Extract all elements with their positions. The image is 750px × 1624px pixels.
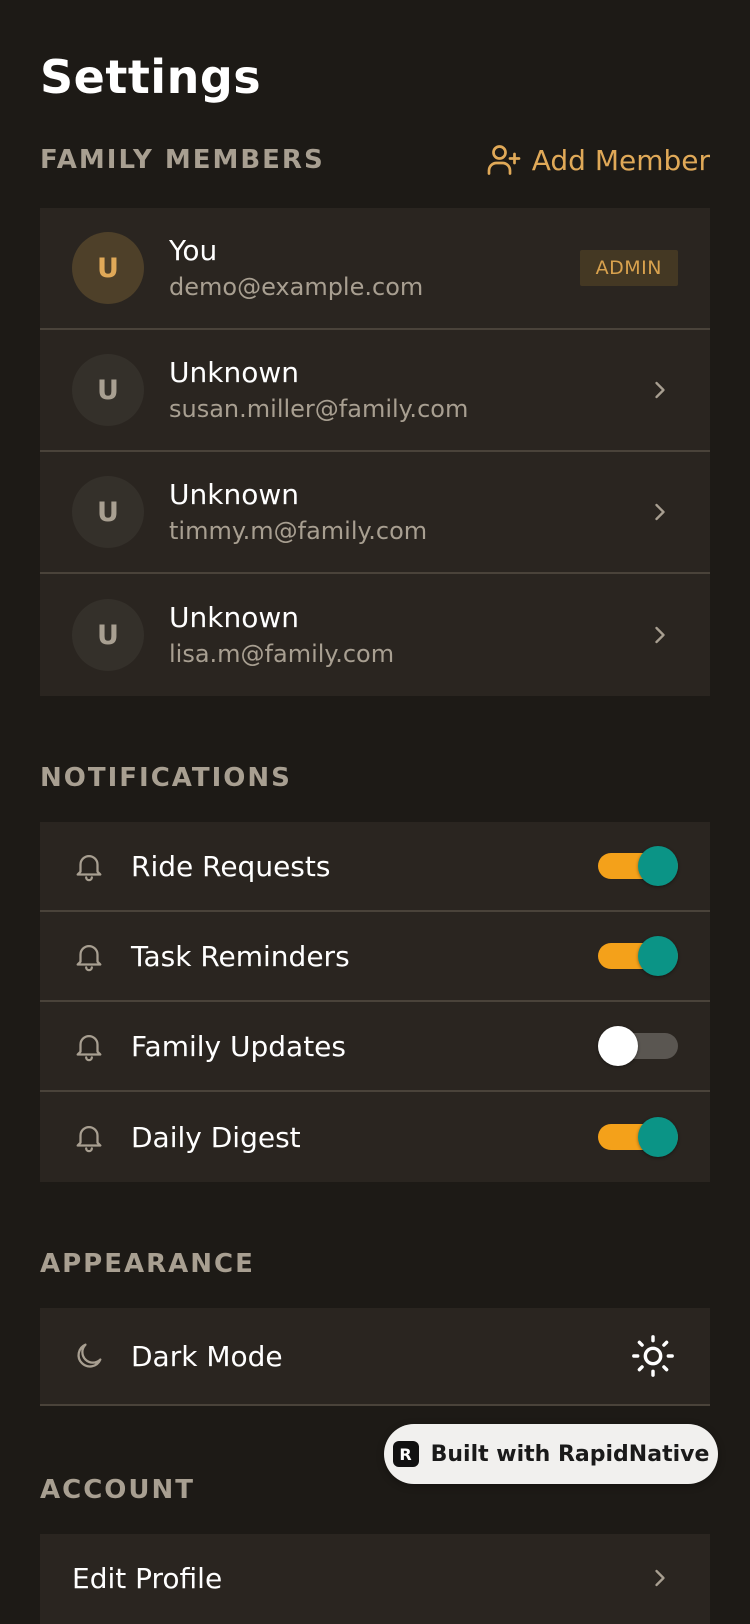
task-reminders-toggle[interactable] [598, 936, 678, 976]
bell-icon [76, 1035, 102, 1062]
notification-row-ride-requests: Ride Requests [40, 822, 710, 912]
appearance-list: Dark Mode [40, 1308, 710, 1406]
built-with-label: Built with RapidNative [430, 1441, 710, 1467]
member-name: Unknown [169, 356, 299, 389]
member-name: Unknown [169, 478, 299, 511]
notification-label: Family Updates [131, 1029, 346, 1063]
built-with-rapidnative-badge[interactable]: R Built with RapidNative [384, 1424, 718, 1484]
notification-row-daily-digest: Daily Digest [40, 1092, 710, 1182]
bell-icon [76, 1126, 102, 1153]
avatar: U [72, 476, 144, 548]
family-members-header: FAMILY MEMBERS Add Member [40, 140, 710, 180]
family-members-title: FAMILY MEMBERS [40, 145, 325, 175]
toggle-thumb [638, 936, 678, 976]
sun-icon[interactable] [630, 1333, 676, 1379]
dark-mode-row: Dark Mode [40, 1308, 710, 1404]
notifications-title: NOTIFICATIONS [40, 763, 292, 793]
add-user-icon [487, 145, 521, 175]
rapidnative-logo-icon: R [392, 1441, 419, 1467]
account-title: ACCOUNT [40, 1475, 195, 1505]
member-row-you[interactable]: U You demo@example.com ADMIN [40, 208, 710, 330]
member-email: demo@example.com [169, 273, 424, 301]
appearance-title: APPEARANCE [40, 1249, 255, 1279]
chevron-right-icon [655, 381, 665, 399]
member-email: susan.miller@family.com [169, 395, 469, 423]
member-row[interactable]: U Unknown lisa.m@family.com [40, 574, 710, 696]
toggle-thumb [638, 846, 678, 886]
notifications-header: NOTIFICATIONS [40, 758, 710, 798]
toggle-thumb [598, 1026, 638, 1066]
family-updates-toggle[interactable] [598, 1026, 678, 1066]
chevron-right-icon [655, 1569, 665, 1587]
admin-badge: ADMIN [579, 250, 678, 286]
avatar: U [72, 599, 144, 671]
chevron-right-icon [655, 626, 665, 644]
bell-icon [76, 855, 102, 882]
toggle-thumb [638, 1117, 678, 1157]
add-member-label: Add Member [531, 143, 710, 177]
appearance-header: APPEARANCE [40, 1244, 710, 1284]
notification-label: Daily Digest [131, 1120, 301, 1154]
member-name: You [169, 234, 218, 267]
member-info: Unknown susan.miller@family.com [169, 355, 646, 425]
avatar: U [72, 354, 144, 426]
member-email: timmy.m@family.com [169, 517, 428, 545]
family-members-list: U You demo@example.com ADMIN U Unknown s… [40, 208, 710, 696]
chevron-right-icon [655, 503, 665, 521]
avatar: U [72, 232, 144, 304]
moon-icon [77, 1343, 102, 1368]
member-email: lisa.m@family.com [169, 640, 395, 668]
edit-profile-row[interactable]: Edit Profile [40, 1534, 710, 1622]
daily-digest-toggle[interactable] [598, 1117, 678, 1157]
notification-label: Task Reminders [131, 939, 350, 973]
member-row[interactable]: U Unknown timmy.m@family.com [40, 452, 710, 574]
dark-mode-label: Dark Mode [131, 1339, 283, 1373]
member-info: You demo@example.com [169, 233, 580, 303]
notification-label: Ride Requests [131, 849, 331, 883]
notification-row-task-reminders: Task Reminders [40, 912, 710, 1002]
page-title: Settings [40, 50, 262, 104]
member-info: Unknown timmy.m@family.com [169, 477, 646, 547]
account-list: Edit Profile [40, 1534, 710, 1624]
member-name: Unknown [169, 601, 299, 634]
notifications-list: Ride Requests Task Reminders Family Upda… [40, 822, 710, 1182]
add-member-button[interactable]: Add Member [486, 142, 710, 178]
member-row[interactable]: U Unknown susan.miller@family.com [40, 330, 710, 452]
ride-requests-toggle[interactable] [598, 846, 678, 886]
member-info: Unknown lisa.m@family.com [169, 600, 646, 670]
bell-icon [76, 945, 102, 972]
edit-profile-label: Edit Profile [72, 1561, 223, 1595]
notification-row-family-updates: Family Updates [40, 1002, 710, 1092]
